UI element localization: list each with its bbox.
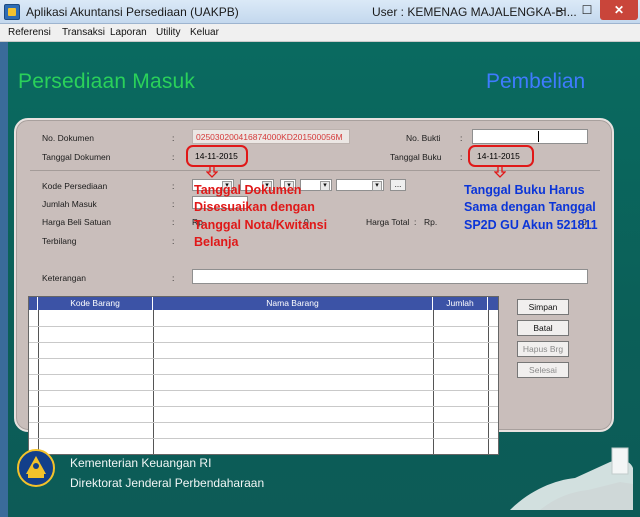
harga-beli-label: Harga Beli Satuan [42, 217, 111, 227]
annotation-left-3: Tanggal Nota/Kwitansi [194, 218, 328, 232]
annotation-right-3: SP2D GU Akun 521811 [464, 218, 598, 232]
annotation-left-4: Belanja [194, 235, 239, 249]
minimize-button[interactable]: ─ [548, 0, 574, 20]
text-cursor [538, 131, 539, 142]
menu-transaksi[interactable]: Transaksi [62, 27, 105, 38]
table-row[interactable] [29, 406, 498, 407]
left-edge [0, 42, 8, 517]
tanggal-buku-label: Tanggal Buku [390, 152, 442, 162]
scroll-header [488, 297, 498, 310]
arrow-down-icon [494, 166, 506, 178]
colon: : [414, 217, 417, 227]
no-bukti-label: No. Bukti [406, 133, 441, 143]
menu-laporan[interactable]: Laporan [110, 27, 147, 38]
hapus-barang-button[interactable]: Hapus Brg [517, 341, 569, 357]
no-dokumen-field[interactable]: 025030200416874000KD201500056M [192, 129, 350, 144]
kode-persediaan-label: Kode Persediaan [42, 181, 108, 191]
tanggal-dokumen-label: Tanggal Dokumen [42, 152, 111, 162]
colon: : [172, 133, 175, 143]
table-row[interactable] [29, 374, 498, 375]
column-kode-barang[interactable]: Kode Barang [38, 297, 153, 310]
window-title: Aplikasi Akuntansi Persediaan (UAKPB) [26, 5, 239, 19]
column-jumlah[interactable]: Jumlah [433, 297, 488, 310]
harga-total-prefix: Rp. [424, 217, 438, 227]
table-row[interactable] [29, 390, 498, 391]
table-row[interactable] [29, 438, 498, 439]
footer-org: Kementerian Keuangan RI [70, 456, 212, 470]
column-nama-barang[interactable]: Nama Barang [153, 297, 433, 310]
simpan-button[interactable]: Simpan [517, 299, 569, 315]
annotation-left-1: Tanggal Dokumen [194, 183, 302, 197]
menu-utility[interactable]: Utility [156, 27, 180, 38]
chevron-down-icon[interactable]: ▾ [372, 181, 382, 191]
colon: : [172, 199, 175, 209]
colon: : [172, 273, 175, 283]
column-divider [488, 310, 489, 454]
colon: : [460, 133, 463, 143]
kode-combo-5[interactable]: ▾ [336, 179, 384, 191]
colon: : [172, 152, 175, 162]
table-row[interactable] [29, 358, 498, 359]
divider [30, 170, 600, 171]
annotation-right-2: Sama dengan Tanggal [464, 200, 596, 214]
jumlah-masuk-label: Jumlah Masuk [42, 199, 97, 209]
page-subtitle: Pembelian [486, 70, 586, 93]
tanggal-buku-highlight [468, 145, 534, 167]
table-row[interactable] [29, 422, 498, 423]
table-row[interactable] [29, 326, 498, 327]
colon: : [172, 217, 175, 227]
harga-total-label: Harga Total [366, 217, 410, 227]
window-user: User : KEMENAG MAJALENGKA-BI... [372, 5, 577, 19]
maximize-button[interactable]: ☐ [574, 0, 600, 20]
tanggal-dokumen-highlight [186, 145, 248, 167]
arrow-down-icon [206, 166, 218, 178]
item-table[interactable]: Kode Barang Nama Barang Jumlah [28, 296, 499, 455]
close-button[interactable]: ✕ [600, 0, 638, 20]
keterangan-label: Keterangan [42, 273, 86, 283]
annotation-left-2: Disesuaikan dengan [194, 200, 315, 214]
table-row[interactable] [29, 342, 498, 343]
handshake-icon [510, 447, 633, 510]
column-divider [433, 310, 434, 454]
menu-keluar[interactable]: Keluar [190, 27, 219, 38]
keterangan-field[interactable] [192, 269, 588, 284]
kemenkeu-logo-icon [17, 449, 55, 487]
menu-bar: Referensi Transaksi Laporan Utility Kelu… [0, 24, 640, 42]
app-icon [4, 4, 20, 20]
no-dokumen-label: No. Dokumen [42, 133, 94, 143]
colon: : [172, 236, 175, 246]
terbilang-label: Terbilang [42, 236, 77, 246]
chevron-down-icon[interactable]: ▾ [320, 181, 330, 191]
page-title: Persediaan Masuk [18, 70, 196, 93]
row-selector-header [29, 297, 38, 310]
kode-combo-4[interactable]: ▾ [300, 179, 332, 191]
main-screen: Persediaan Masuk Pembelian No. Dokumen :… [0, 42, 640, 517]
annotation-right-1: Tanggal Buku Harus [464, 183, 585, 197]
menu-referensi[interactable]: Referensi [8, 27, 51, 38]
selesai-button[interactable]: Selesai [517, 362, 569, 378]
title-bar: Aplikasi Akuntansi Persediaan (UAKPB) Us… [0, 0, 640, 24]
column-divider [38, 310, 39, 454]
footer-dept: Direktorat Jenderal Perbendaharaan [70, 476, 265, 490]
browse-button[interactable]: ... [390, 179, 406, 191]
column-divider [153, 310, 154, 454]
no-bukti-field[interactable] [472, 129, 588, 144]
batal-button[interactable]: Batal [517, 320, 569, 336]
colon: : [172, 181, 175, 191]
colon: : [460, 152, 463, 162]
